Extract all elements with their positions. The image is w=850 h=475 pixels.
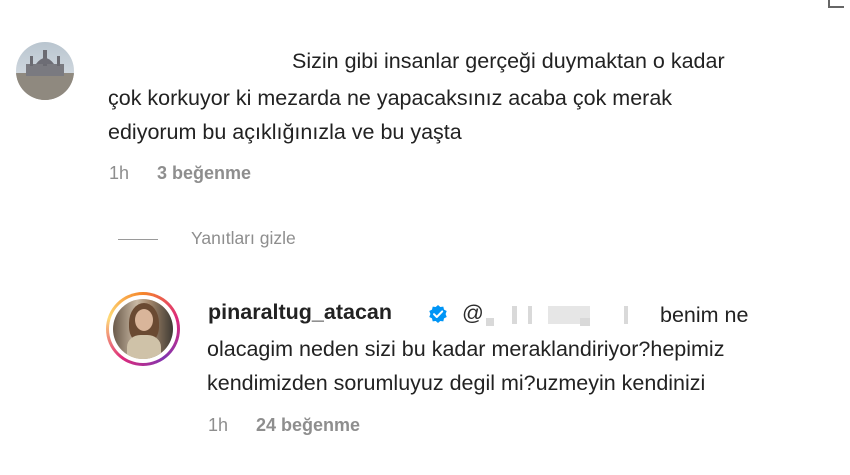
comment-text-line-2: çok korkuyor ki mezarda ne yapacaksınız … (108, 86, 673, 110)
redacted-mark (486, 318, 494, 326)
commenter-avatar[interactable] (16, 42, 74, 100)
redacted-mark (580, 318, 590, 326)
corner-glyph-icon (828, 0, 844, 8)
avatar-ring-gap (109, 295, 177, 363)
redacted-mark (512, 306, 517, 324)
redacted-mark (528, 306, 532, 324)
reply-username[interactable]: pinaraltug_atacan (208, 300, 392, 325)
verified-badge-icon (429, 305, 447, 323)
comment-time: 1h (109, 163, 130, 183)
comment-text-line-3: ediyorum bu açıklığınızla ve bu yaşta (108, 120, 462, 144)
reply-text-line-2: olacagim neden sizi bu kadar meraklandir… (207, 337, 725, 361)
reply-likes-wrapper: 24 beğenme (256, 415, 360, 436)
reply-likes-button[interactable]: 24 beğenme (256, 415, 360, 435)
redacted-mark (624, 306, 628, 324)
replies-divider (118, 239, 158, 240)
comment-text-line-1: Sizin gibi insanlar gerçeği duymaktan o … (292, 49, 725, 73)
avatar-photo (113, 299, 173, 359)
comment-likes-button[interactable]: 3 beğenme (157, 163, 251, 183)
reply-time: 1h (208, 415, 229, 435)
comment-likes-wrapper: 3 beğenme (157, 163, 251, 184)
hide-replies-button[interactable]: Yanıtları gizle (191, 228, 296, 249)
reply-text-line-1: benim ne (660, 303, 749, 327)
reply-text-line-3: kendimizden sorumluyuz degil mi?uzmeyin … (207, 371, 706, 395)
reply-avatar[interactable] (106, 292, 180, 366)
mention-link[interactable]: @ (462, 301, 484, 326)
